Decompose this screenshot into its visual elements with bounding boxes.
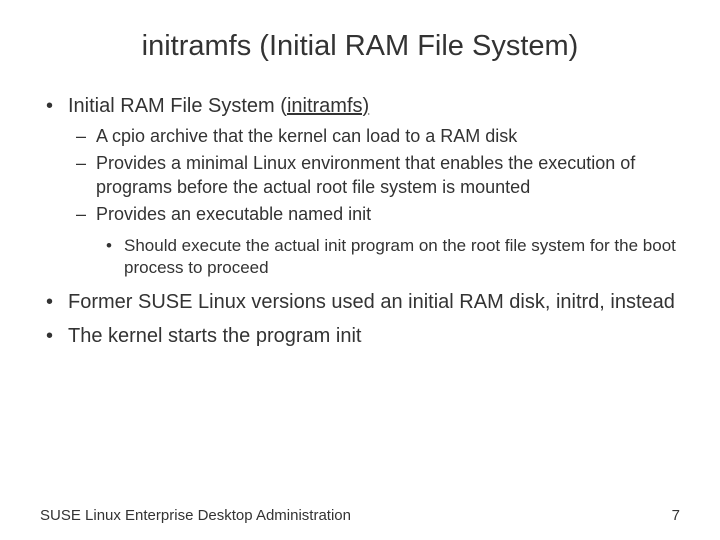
- bullet-text: A cpio archive that the kernel can load …: [96, 126, 517, 146]
- bullet-item: A cpio archive that the kernel can load …: [68, 125, 680, 148]
- bullet-list-lvl3: Should execute the actual init program o…: [96, 235, 680, 279]
- bullet-list-lvl1: Initial RAM File System (initramfs) A cp…: [40, 93, 680, 349]
- slide-content: Initial RAM File System (initramfs) A cp…: [40, 93, 680, 349]
- slide-footer: SUSE Linux Enterprise Desktop Administra…: [40, 507, 680, 524]
- bullet-text-underline: initramfs): [287, 95, 369, 117]
- bullet-item: Initial RAM File System (initramfs) A cp…: [40, 93, 680, 279]
- bullet-text-pre: Initial RAM File System (: [68, 95, 287, 117]
- slide-title: initramfs (Initial RAM File System): [40, 30, 680, 63]
- bullet-item: The kernel starts the program init: [40, 323, 680, 349]
- bullet-text: The kernel starts the program init: [68, 325, 361, 347]
- bullet-text: Provides a minimal Linux environment tha…: [96, 153, 635, 196]
- bullet-item: Should execute the actual init program o…: [96, 235, 680, 279]
- footer-left: SUSE Linux Enterprise Desktop Administra…: [40, 507, 351, 524]
- bullet-text: Former SUSE Linux versions used an initi…: [68, 291, 675, 313]
- bullet-list-lvl2: A cpio archive that the kernel can load …: [68, 125, 680, 279]
- page-number: 7: [672, 507, 680, 524]
- slide: initramfs (Initial RAM File System) Init…: [0, 0, 720, 540]
- bullet-item: Former SUSE Linux versions used an initi…: [40, 289, 680, 315]
- bullet-item: Provides a minimal Linux environment tha…: [68, 152, 680, 199]
- bullet-text: Provides an executable named init: [96, 204, 371, 224]
- bullet-item: Provides an executable named init Should…: [68, 203, 680, 279]
- bullet-text: Should execute the actual init program o…: [124, 236, 676, 277]
